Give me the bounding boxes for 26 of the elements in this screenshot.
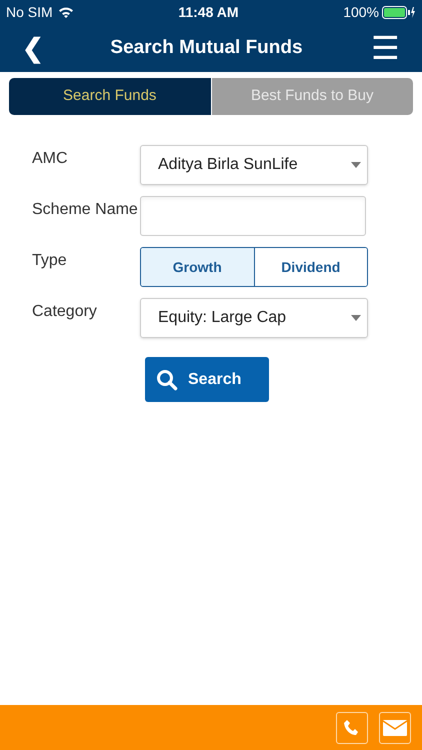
tab[interactable]: Search Funds xyxy=(9,78,210,115)
field-label: Type xyxy=(32,251,68,271)
menu-button[interactable]: ☰ xyxy=(370,32,400,64)
field-label: AMC xyxy=(32,149,69,169)
category-dropdown[interactable]: Equity: Large Cap xyxy=(140,298,368,338)
amc-dropdown[interactable]: Aditya Birla SunLife xyxy=(140,145,368,185)
clock-text: 11:48 AM xyxy=(178,2,239,22)
carrier-text: No SIM xyxy=(6,2,53,22)
type-option[interactable]: Growth xyxy=(141,248,254,286)
back-button[interactable]: ❮ xyxy=(22,28,42,68)
search-icon xyxy=(156,368,178,390)
battery-text: 100% xyxy=(343,2,379,22)
dropdown-arrow-icon xyxy=(351,162,361,168)
battery-icon xyxy=(382,6,416,18)
email-button[interactable] xyxy=(379,712,411,744)
field-label: Category xyxy=(32,302,98,322)
phone-button[interactable] xyxy=(336,712,368,744)
scheme-name-input[interactable] xyxy=(140,196,366,236)
type-option[interactable]: Dividend xyxy=(254,248,367,286)
phone-icon xyxy=(343,718,361,736)
page-title: Search Mutual Funds xyxy=(110,36,303,60)
search-button[interactable]: Search xyxy=(145,357,269,402)
dropdown-arrow-icon xyxy=(351,315,361,321)
field-label: Scheme Name xyxy=(32,200,139,220)
envelope-icon xyxy=(383,720,407,736)
wifi-icon xyxy=(58,6,74,18)
